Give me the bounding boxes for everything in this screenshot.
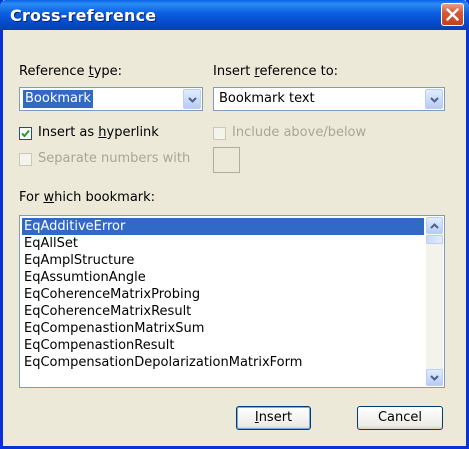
- bookmark-list-label: For which bookmark:: [19, 190, 156, 205]
- insert-reference-value: Bookmark text: [219, 91, 315, 106]
- vertical-scrollbar[interactable]: [426, 217, 443, 386]
- chevron-up-icon: [430, 223, 439, 229]
- insert-reference-select[interactable]: Bookmark text: [213, 87, 445, 111]
- separate-numbers-label: Separate numbers with: [38, 151, 191, 166]
- close-button[interactable]: [441, 3, 464, 26]
- dropdown-button[interactable]: [425, 89, 443, 109]
- reference-type-value: Bookmark: [23, 90, 93, 108]
- bookmark-listbox[interactable]: EqAdditiveError EqAllSet EqAmplStructure…: [19, 215, 445, 388]
- insert-hyperlink-label[interactable]: Insert as hyperlink: [38, 125, 159, 140]
- insert-reference-label: Insert reference to:: [213, 64, 339, 79]
- scroll-up-button[interactable]: [426, 217, 443, 234]
- list-item[interactable]: EqCompenastionResult: [22, 337, 424, 354]
- list-item[interactable]: EqAmplStructure: [22, 252, 424, 269]
- reference-type-select[interactable]: Bookmark: [19, 87, 203, 111]
- window-title: Cross-reference: [10, 6, 157, 25]
- checkmark-icon: [21, 129, 30, 138]
- list-item[interactable]: EqCoherenceMatrixProbing: [22, 286, 424, 303]
- list-item[interactable]: EqCompensationDepolarizationMatrixForm: [22, 354, 424, 371]
- insert-button[interactable]: Insert: [236, 406, 311, 430]
- dropdown-button[interactable]: [183, 89, 201, 109]
- chevron-down-icon: [430, 97, 439, 103]
- list-item[interactable]: EqCompenastionMatrixSum: [22, 320, 424, 337]
- title-bar[interactable]: Cross-reference: [0, 0, 469, 30]
- list-item[interactable]: EqCoherenceMatrixResult: [22, 303, 424, 320]
- include-above-below-checkbox[interactable]: [213, 127, 226, 140]
- include-above-below-label: Include above/below: [232, 125, 367, 140]
- list-item[interactable]: EqAssumtionAngle: [22, 269, 424, 286]
- reference-type-label: Reference type:: [19, 64, 123, 79]
- list-item[interactable]: EqAllSet: [22, 235, 424, 252]
- scroll-thumb[interactable]: [426, 235, 443, 244]
- separate-numbers-input[interactable]: [213, 147, 240, 173]
- scroll-down-button[interactable]: [426, 369, 443, 386]
- cross-reference-dialog: Cross-reference Reference type: Bookmark…: [0, 0, 469, 449]
- chevron-down-icon: [188, 97, 197, 103]
- insert-hyperlink-checkbox[interactable]: [19, 127, 32, 140]
- chevron-down-icon: [430, 375, 439, 381]
- list-item[interactable]: EqAdditiveError: [22, 218, 424, 235]
- separate-numbers-checkbox[interactable]: [19, 153, 32, 166]
- cancel-button[interactable]: Cancel: [357, 406, 443, 430]
